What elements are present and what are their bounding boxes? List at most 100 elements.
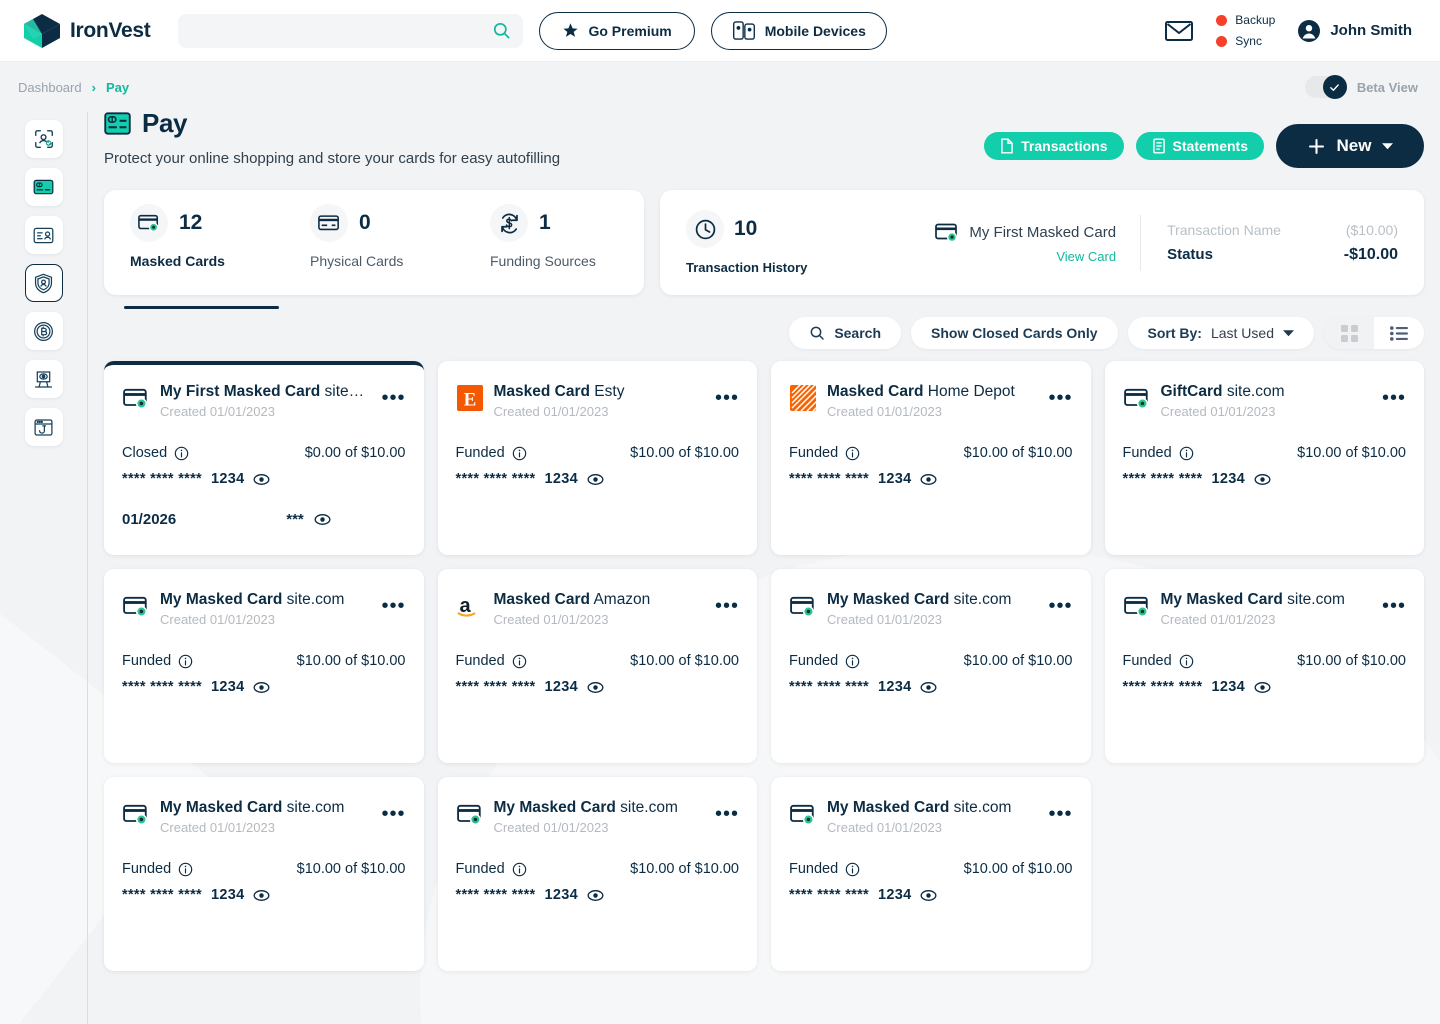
reveal-card-number-icon[interactable] — [253, 473, 270, 486]
sidebar-item-phishing[interactable] — [24, 408, 63, 446]
info-icon[interactable] — [512, 862, 527, 877]
go-premium-button[interactable]: Go Premium — [539, 11, 695, 50]
user-menu[interactable]: John Smith — [1297, 19, 1412, 43]
avatar-icon — [1298, 19, 1321, 42]
masked-card-tile[interactable]: My Masked Card site.com Created 01/01/202… — [771, 777, 1091, 971]
card-expiry-row: 01/2026 *** — [122, 511, 406, 528]
sidebar-item-identity[interactable] — [24, 120, 63, 158]
card-options-menu-icon[interactable]: ••• — [715, 383, 739, 408]
card-title-site: site.com — [1226, 383, 1285, 400]
stat-tab-funding-sources[interactable]: 1 Funding Sources — [464, 204, 644, 295]
card-options-menu-icon[interactable]: ••• — [381, 591, 405, 616]
search-input[interactable] — [192, 23, 493, 38]
card-tile-header: Masked Card Home Depot Created 01/01/2023… — [789, 383, 1073, 419]
grid-view-button[interactable] — [1324, 317, 1374, 349]
card-options-menu-icon[interactable]: ••• — [1048, 383, 1072, 408]
masked-card-tile[interactable]: My Masked Card site.com Created 01/01/202… — [1104, 569, 1424, 763]
info-icon[interactable] — [845, 654, 860, 669]
card-number-row: **** **** **** 1234 — [122, 679, 406, 695]
card-options-menu-icon[interactable]: ••• — [715, 799, 739, 824]
masked-card-tile[interactable]: Masked Card Home Depot Created 01/01/2023… — [771, 361, 1091, 555]
info-icon[interactable] — [512, 446, 527, 461]
card-cvv-group: *** — [286, 511, 331, 528]
info-icon[interactable] — [174, 446, 189, 461]
new-button[interactable]: New — [1276, 124, 1424, 168]
info-icon[interactable] — [512, 654, 527, 669]
masked-card-tile[interactable]: My Masked Card site.com Created 01/01/202… — [104, 569, 424, 763]
sidebar-item-privacy-shield[interactable] — [24, 264, 63, 302]
info-icon[interactable] — [845, 862, 860, 877]
masked-card-icon — [122, 800, 150, 828]
mail-icon[interactable] — [1164, 19, 1194, 43]
sidebar-item-monitoring[interactable] — [24, 360, 63, 398]
info-icon[interactable] — [1179, 446, 1194, 461]
go-premium-label: Go Premium — [588, 22, 672, 39]
masked-card-tile[interactable]: E Masked Card Esty Created 01/01/2023 ••• Fu… — [437, 361, 757, 555]
info-icon[interactable] — [1179, 654, 1194, 669]
masked-card-tile[interactable]: a Masked Card Amazon Created 01/01/2023 •••… — [437, 569, 757, 763]
info-icon[interactable] — [178, 862, 193, 877]
info-icon[interactable] — [178, 654, 193, 669]
card-status: Funded — [456, 861, 527, 877]
beta-view-toggle[interactable] — [1304, 75, 1347, 99]
masked-card-icon — [1123, 384, 1151, 412]
reveal-card-number-icon[interactable] — [920, 889, 937, 902]
search-cards-button[interactable]: Search — [789, 317, 902, 349]
card-tile-titles: My Masked Card site.com Created 01/01/202… — [827, 799, 1048, 835]
reveal-card-number-icon[interactable] — [920, 681, 937, 694]
mobile-devices-button[interactable]: Mobile Devices — [710, 11, 887, 50]
list-view-button[interactable] — [1374, 317, 1424, 349]
reveal-card-number-icon[interactable] — [1254, 473, 1271, 486]
transaction-row: Transaction Name ($10.00) — [1167, 222, 1398, 238]
card-options-menu-icon[interactable]: ••• — [1382, 383, 1406, 408]
stat-tab-physical-cards[interactable]: 0 Physical Cards — [284, 204, 464, 295]
reveal-card-number-icon[interactable] — [253, 681, 270, 694]
card-options-menu-icon[interactable]: ••• — [381, 383, 405, 408]
card-number-mask: **** **** **** — [789, 887, 869, 903]
global-search[interactable] — [178, 13, 524, 48]
card-options-menu-icon[interactable]: ••• — [1048, 591, 1072, 616]
stat-tab-masked-cards[interactable]: 12 Masked Cards — [104, 204, 284, 309]
reveal-card-number-icon[interactable] — [587, 473, 604, 486]
reveal-card-number-icon[interactable] — [587, 681, 604, 694]
sidebar-item-pay[interactable] — [24, 168, 63, 206]
masked-card-tile[interactable]: My First Masked Card site… Created 01/01/… — [104, 361, 424, 555]
card-options-menu-icon[interactable]: ••• — [715, 591, 739, 616]
card-number-row: **** **** **** 1234 — [1123, 471, 1407, 487]
card-title: Masked Card Home Depot — [827, 383, 1048, 401]
home-depot-logo-icon — [789, 384, 817, 412]
card-options-menu-icon[interactable]: ••• — [1048, 799, 1072, 824]
card-status-row: Funded $10.00 of $10.00 — [789, 861, 1073, 877]
info-icon[interactable] — [845, 446, 860, 461]
sort-by-value: Last Used — [1210, 325, 1274, 341]
breadcrumb-dashboard[interactable]: Dashboard — [18, 80, 82, 95]
sort-by-dropdown[interactable]: Sort By: Last Used — [1127, 317, 1314, 349]
id-card-icon — [33, 227, 54, 243]
reveal-cvv-icon[interactable] — [314, 513, 331, 526]
transactions-button[interactable]: Transactions — [984, 132, 1124, 160]
show-closed-cards-button[interactable]: Show Closed Cards Only — [911, 317, 1118, 349]
card-number-row: **** **** **** 1234 — [122, 887, 406, 903]
masked-card-tile[interactable]: GiftCard site.com Created 01/01/2023 ••• Fu… — [1104, 361, 1424, 555]
card-options-menu-icon[interactable]: ••• — [381, 799, 405, 824]
sidebar-item-personal-info[interactable] — [24, 216, 63, 254]
sidebar — [0, 112, 88, 1024]
view-card-link[interactable]: View Card — [1056, 249, 1116, 264]
grid-view-icon — [1340, 324, 1358, 342]
reveal-card-number-icon[interactable] — [1254, 681, 1271, 694]
card-options-menu-icon[interactable]: ••• — [1382, 591, 1406, 616]
masked-card-icon — [789, 800, 817, 828]
masked-card-tile[interactable]: My Masked Card site.com Created 01/01/202… — [771, 569, 1091, 763]
masked-card-tile[interactable]: My Masked Card site.com Created 01/01/202… — [104, 777, 424, 971]
reveal-card-number-icon[interactable] — [587, 889, 604, 902]
card-title: My Masked Card site.com — [827, 799, 1048, 817]
transaction-row: Status -$10.00 — [1167, 246, 1398, 264]
statements-button[interactable]: Statements — [1135, 132, 1264, 160]
reveal-card-number-icon[interactable] — [920, 473, 937, 486]
reveal-card-number-icon[interactable] — [253, 889, 270, 902]
masked-card-icon — [935, 223, 958, 242]
card-status-label: Funded — [789, 445, 839, 461]
logo[interactable]: IronVest — [18, 12, 151, 50]
sidebar-item-crypto[interactable] — [24, 312, 63, 350]
masked-card-tile[interactable]: My Masked Card site.com Created 01/01/202… — [437, 777, 757, 971]
